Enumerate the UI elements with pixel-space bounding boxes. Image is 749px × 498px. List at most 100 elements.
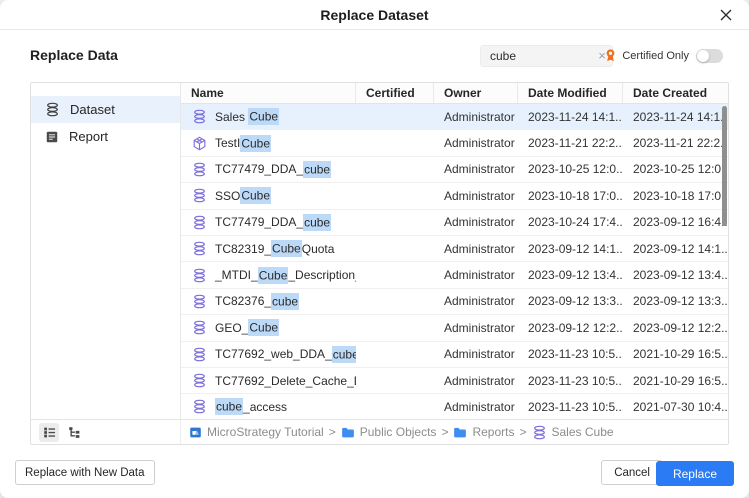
list-view-button[interactable]	[39, 423, 59, 442]
search-match-highlight: cube	[303, 161, 331, 178]
name-cell: TC77479_DDA_cube	[181, 157, 356, 182]
table-row[interactable]: TC77479_DDA_cube Administrator 2023-10-25 …	[181, 157, 728, 183]
certified-cell	[356, 130, 434, 155]
breadcrumb-label: MicroStrategy Tutorial	[207, 425, 324, 439]
certified-cell	[356, 368, 434, 393]
certified-cell	[356, 394, 434, 419]
breadcrumb-item[interactable]: Public Objects	[341, 425, 437, 439]
search-match-highlight: cube	[303, 214, 331, 231]
column-header-owner[interactable]: Owner	[434, 83, 518, 103]
certified-cell	[356, 342, 434, 367]
date-modified-cell: 2023-09-12 12:2...	[518, 315, 623, 340]
page-title: Replace Data	[30, 47, 118, 63]
dataset-icon	[192, 162, 207, 177]
table-row[interactable]: SSOCubeAdministrator2023-10-18 17:0...20…	[181, 183, 728, 209]
certified-cell	[356, 104, 434, 129]
report-icon	[45, 130, 59, 144]
sidebar-item-label: Report	[69, 129, 108, 144]
date-created-cell: 2021-10-29 16:5...	[623, 368, 728, 393]
breadcrumb-label: Sales Cube	[552, 425, 614, 439]
certified-cell	[356, 262, 434, 287]
table-row[interactable]: GEO_CubeAdministrator2023-09-12 12:2...2…	[181, 315, 728, 341]
dataset-icon	[192, 109, 207, 124]
search-match-highlight: Cube	[240, 187, 271, 204]
breadcrumb-item[interactable]: Sales Cube	[532, 425, 614, 440]
table-row[interactable]: Sales CubeAdministrator2023-11-24 14:1..…	[181, 104, 728, 130]
certified-cell	[356, 236, 434, 261]
table-row[interactable]: TC77692_Delete_Cache_D...Administrator20…	[181, 368, 728, 394]
date-created-cell: 2023-09-12 14:1...	[623, 236, 728, 261]
column-header-date-created[interactable]: Date Created	[623, 83, 728, 103]
owner-cell: Administrator	[434, 210, 518, 235]
search-match-highlight: Cube	[271, 240, 302, 257]
name-cell: TC82319_CubeQuota	[181, 236, 356, 261]
tree-view-button[interactable]	[64, 423, 84, 442]
date-created-cell: 2023-10-25 12:0...	[623, 157, 728, 182]
table-row[interactable]: TC82376_cubeAdministrator2023-09-12 13:3…	[181, 289, 728, 315]
table-row[interactable]: TC77479_DDA_cubeAdministrator2023-10-24 …	[181, 210, 728, 236]
date-modified-cell: 2023-11-23 10:5...	[518, 342, 623, 367]
object-name: SSOCube	[215, 189, 271, 203]
search-match-highlight: cube	[332, 346, 356, 363]
dataset-icon	[192, 399, 207, 414]
object-name: TC77692_Delete_Cache_D...	[215, 374, 356, 388]
date-modified-cell: 2023-09-12 13:4...	[518, 262, 623, 287]
table-row[interactable]: _MTDI_Cube_Description_...Administrator2…	[181, 262, 728, 288]
breadcrumb-separator: >	[519, 425, 526, 439]
dataset-icon	[45, 102, 60, 117]
name-cell: SSOCube	[181, 183, 356, 208]
table-row[interactable]: TC77692_web_DDA_cubeAdministrator2023-11…	[181, 342, 728, 368]
folder-icon	[341, 426, 355, 439]
table-row[interactable]: cube_accessAdministrator2023-11-23 10:5.…	[181, 394, 728, 419]
breadcrumb-separator: >	[441, 425, 448, 439]
owner-cell: Administrator	[434, 183, 518, 208]
owner-cell: Administrator	[434, 289, 518, 314]
replace-button[interactable]: Replace	[656, 461, 734, 486]
sidebar-item-dataset[interactable]: Dataset	[31, 96, 180, 123]
project-icon	[189, 426, 202, 439]
vertical-scrollbar[interactable]	[722, 106, 727, 226]
sidebar-item-label: Dataset	[70, 102, 115, 117]
name-cell: TC77479_DDA_cube	[181, 210, 356, 235]
dataset-icon	[532, 425, 547, 440]
column-header-date-modified[interactable]: Date Modified	[518, 83, 623, 103]
replace-with-new-data-button[interactable]: Replace with New Data	[15, 460, 155, 485]
dataset-icon	[192, 188, 207, 203]
cancel-button[interactable]: Cancel	[601, 460, 663, 485]
breadcrumb-item[interactable]: MicroStrategy Tutorial	[189, 425, 324, 439]
name-cell: TC77692_Delete_Cache_D...	[181, 368, 356, 393]
date-modified-cell: 2023-10-18 17:0...	[518, 183, 623, 208]
certified-filter: Certified Only	[604, 48, 723, 63]
search-input[interactable]	[481, 49, 592, 63]
dialog-titlebar: Replace Dataset	[0, 0, 749, 30]
certified-only-toggle[interactable]	[696, 49, 723, 63]
certified-cell	[356, 289, 434, 314]
search-match-highlight: Cube	[240, 135, 271, 152]
search-match-highlight: Cube	[248, 108, 279, 125]
table-row[interactable]: TestICubeAdministrator2023-11-21 22:2...…	[181, 130, 728, 156]
name-cell: TestICube	[181, 130, 356, 155]
dataset-icon	[192, 241, 207, 256]
results-table: NameCertifiedOwnerDate ModifiedDate Crea…	[181, 83, 728, 419]
object-name: Sales Cube	[215, 110, 279, 124]
date-modified-cell: 2023-09-12 14:1...	[518, 236, 623, 261]
column-header-certified[interactable]: Certified	[356, 83, 434, 103]
table-row[interactable]: TC82319_CubeQuotaAdministrator2023-09-12…	[181, 236, 728, 262]
column-header-name[interactable]: Name	[181, 83, 356, 103]
type-sidebar: Dataset Report	[31, 83, 181, 419]
dataset-icon	[192, 294, 207, 309]
owner-cell: Administrator	[434, 236, 518, 261]
owner-cell: Administrator	[434, 157, 518, 182]
object-name: GEO_Cube	[215, 321, 279, 335]
date-modified-cell: 2023-11-23 10:5...	[518, 368, 623, 393]
search-match-highlight: Cube	[248, 319, 279, 336]
toggle-knob	[697, 50, 709, 62]
name-cell: TC82376_cube	[181, 289, 356, 314]
certified-cell	[356, 183, 434, 208]
dialog-title: Replace Dataset	[0, 0, 749, 30]
replace-dataset-dialog: Replace Dataset Replace Data × Certified…	[0, 0, 749, 498]
sidebar-item-report[interactable]: Report	[31, 123, 180, 150]
close-icon[interactable]	[718, 7, 734, 23]
breadcrumb-item[interactable]: Reports	[453, 425, 514, 439]
object-name: TC82319_CubeQuota	[215, 242, 334, 256]
